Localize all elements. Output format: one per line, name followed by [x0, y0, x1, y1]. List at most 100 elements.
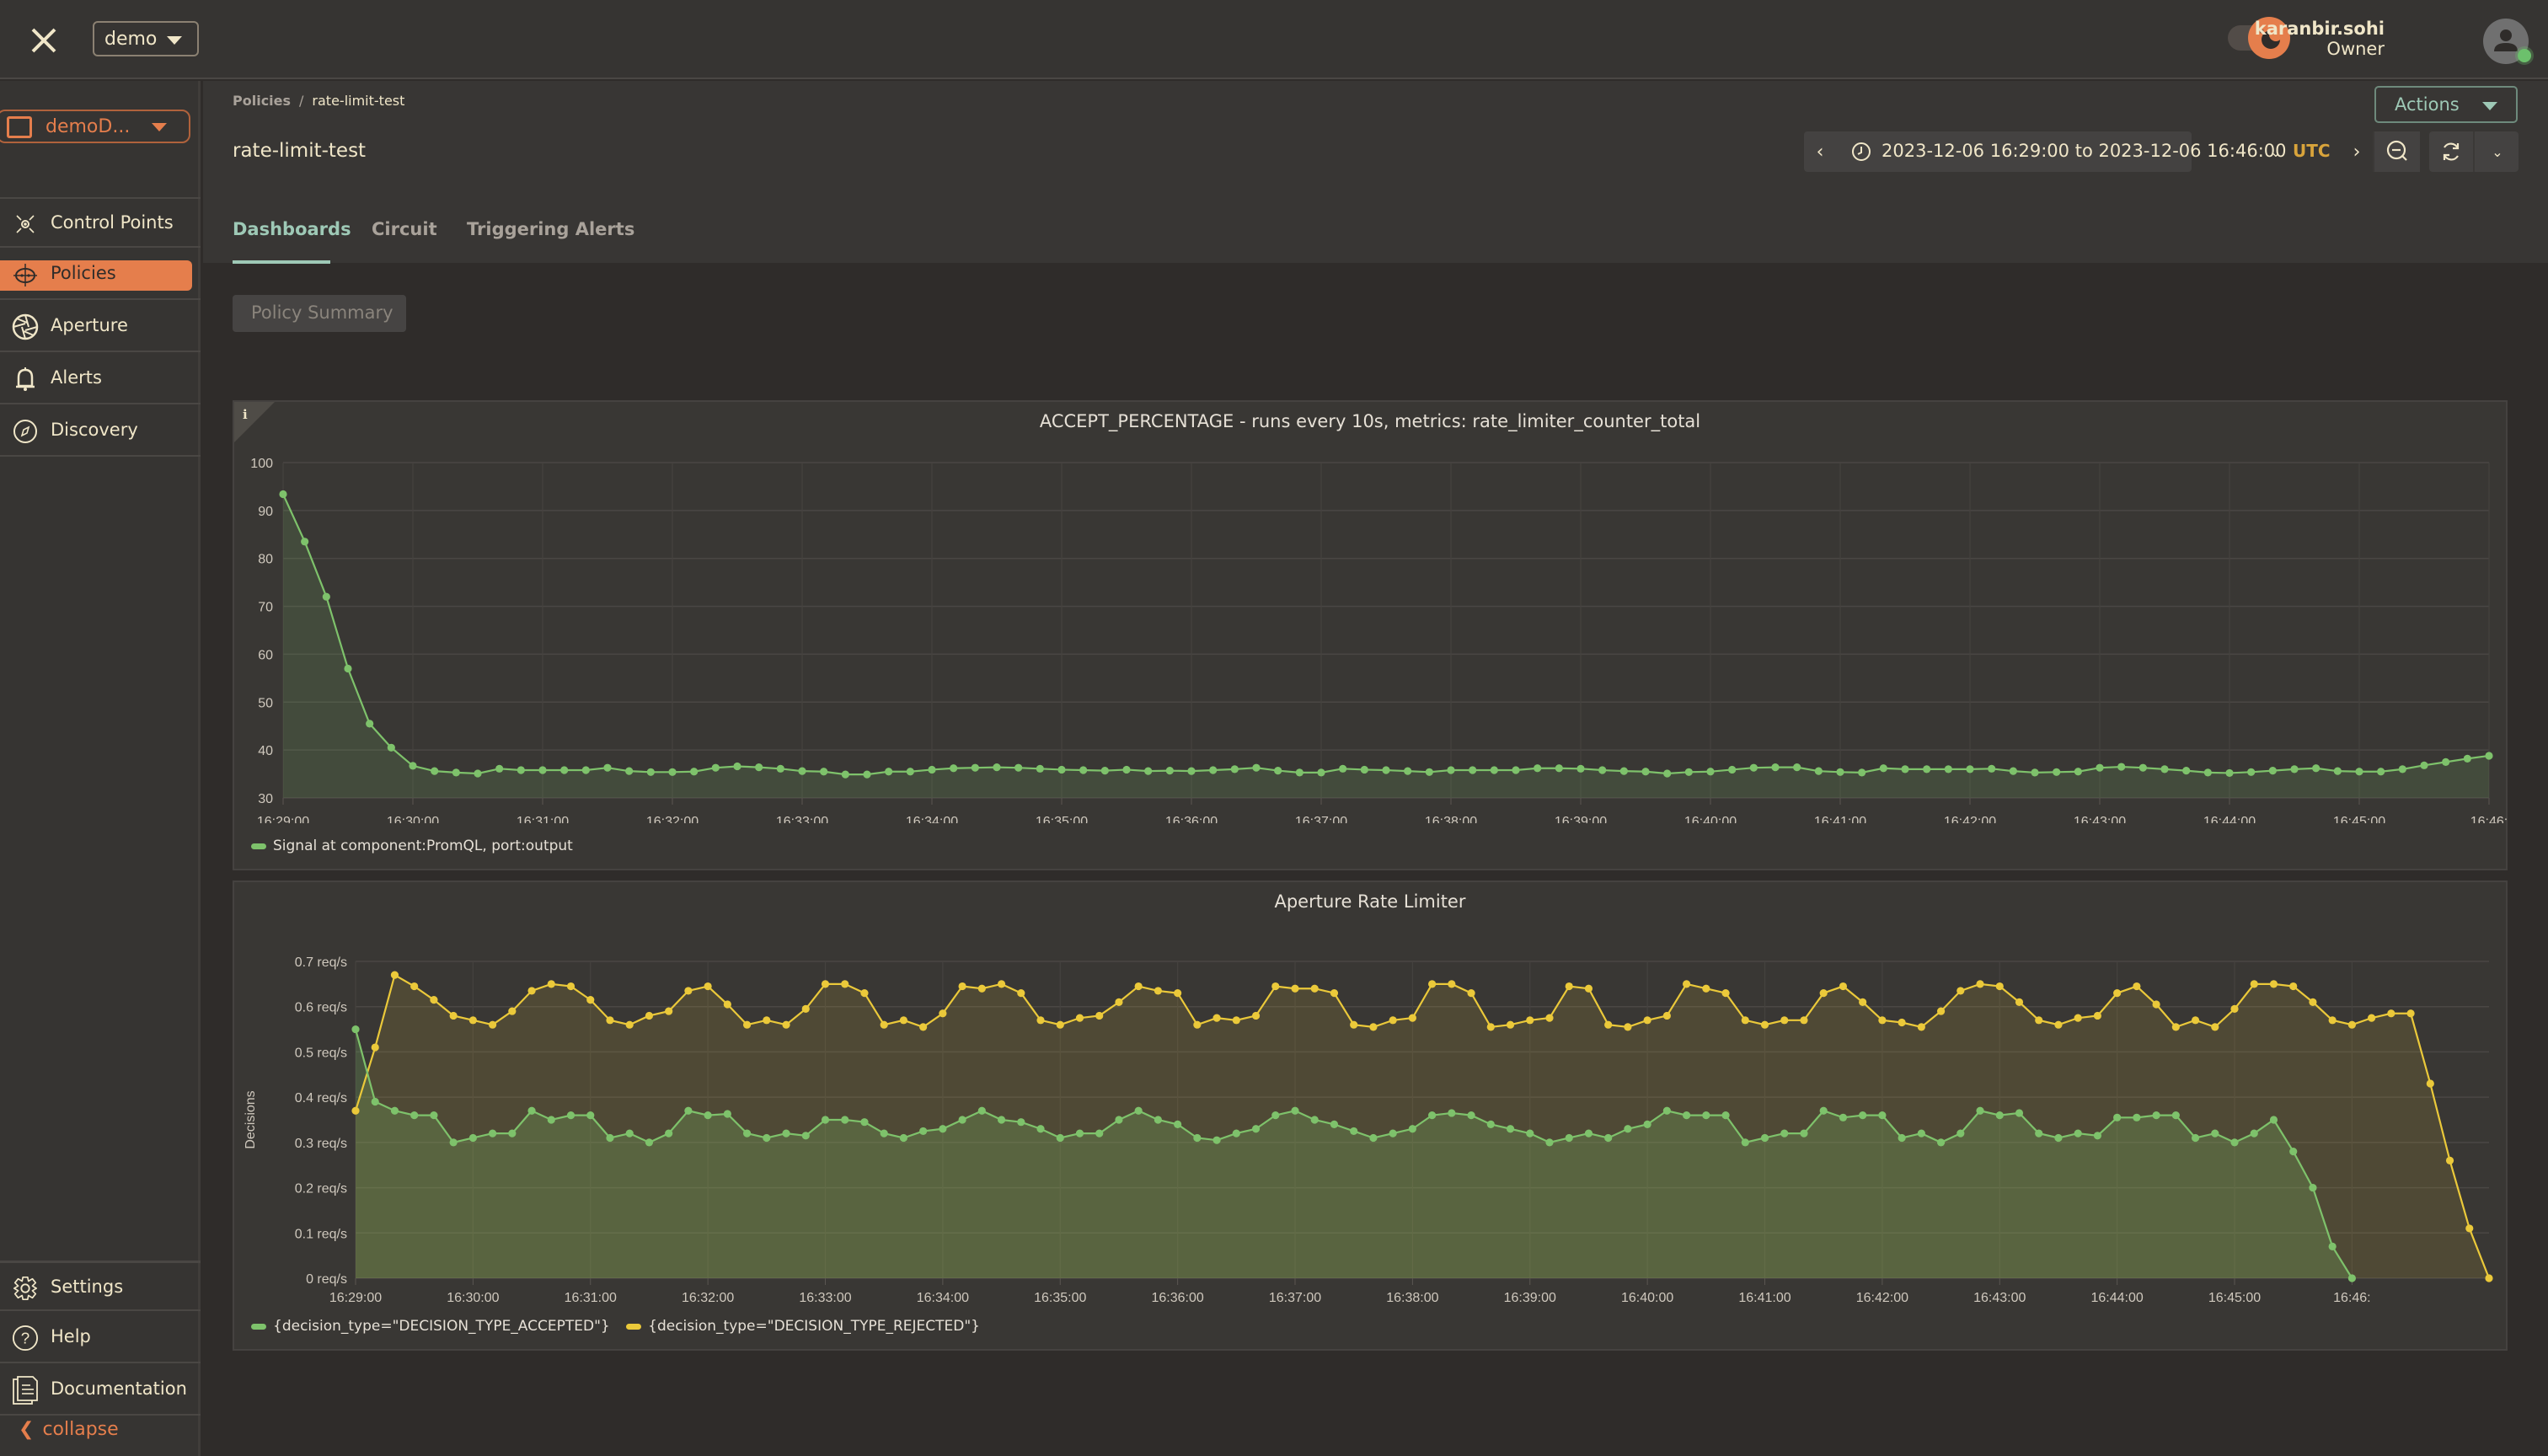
time-range-next-button[interactable]: ›: [2345, 131, 2369, 172]
data-point: [1936, 1138, 1946, 1147]
data-point: [841, 1116, 849, 1124]
project-select-value: demoD...: [46, 116, 131, 137]
sidebar-item-help[interactable]: ? Help: [0, 1313, 201, 1363]
data-point: [755, 763, 763, 772]
data-point: [547, 1116, 555, 1124]
sidebar-item-settings[interactable]: Settings: [0, 1261, 201, 1311]
data-point: [1486, 1120, 1495, 1128]
accept-percentage-chart[interactable]: 100 90 80 70 60 50 40 30 16:29:00 16:30:00 16:31:0…: [234, 402, 2509, 823]
data-point: [1144, 767, 1153, 775]
data-point: [1917, 1023, 1925, 1031]
zoom-out-icon: [2386, 140, 2407, 161]
data-point: [1956, 987, 1965, 995]
data-point: [1923, 765, 1931, 774]
data-point: [1490, 766, 1498, 774]
zoom-out-button[interactable]: [2373, 131, 2420, 172]
tab-circuit[interactable]: Circuit: [372, 219, 437, 239]
data-point: [684, 1106, 693, 1115]
avatar[interactable]: [2483, 19, 2531, 64]
sidebar-item-aperture[interactable]: Aperture: [0, 302, 201, 352]
data-point: [1036, 1125, 1045, 1133]
sidebar-item-discovery[interactable]: Discovery: [0, 406, 201, 457]
breadcrumb: Policies / rate-limit-test: [233, 93, 404, 109]
refresh-interval-dropdown[interactable]: ⌄: [2476, 131, 2519, 172]
data-point: [1274, 766, 1282, 775]
data-point: [2269, 980, 2278, 988]
timezone-label[interactable]: UTC: [2293, 141, 2331, 161]
data-point: [1721, 1111, 1730, 1120]
data-point: [606, 1016, 614, 1025]
data-point: [468, 1016, 477, 1025]
data-point: [1663, 769, 1672, 778]
tab-dashboards[interactable]: Dashboards: [233, 219, 351, 239]
legend-swatch: [626, 1323, 642, 1330]
data-point: [2015, 1109, 2024, 1117]
series-line: [281, 494, 2490, 776]
data-point: [645, 1138, 654, 1147]
rate-limiter-chart[interactable]: 0.7 req/s 0.6 req/s 0.5 req/s 0.4 req/s 0.3 …: [234, 882, 2509, 1312]
x-tick-label: 16:30:00: [447, 1291, 499, 1305]
x-tick-label: 16:40:00: [1621, 1291, 1673, 1305]
chart-legend: {decision_type="DECISION_TYPE_ACCEPTED"}…: [251, 1318, 992, 1335]
x-tick-label: 16:37:00: [1269, 1291, 1321, 1305]
sidebar-item-alerts[interactable]: Alerts: [0, 354, 201, 404]
sidebar-item-label: Settings: [51, 1277, 124, 1297]
data-point: [1100, 766, 1109, 775]
time-range-dropdown[interactable]: ⌄: [2267, 131, 2284, 172]
actions-button[interactable]: Actions: [2374, 86, 2518, 123]
legend-item-accepted[interactable]: {decision_type="DECISION_TYPE_ACCEPTED"}: [251, 1318, 610, 1335]
data-point: [801, 1004, 810, 1013]
data-point: [1448, 1109, 1456, 1117]
data-point: [1467, 989, 1475, 998]
time-range-previous-button[interactable]: ‹: [1804, 131, 1836, 172]
data-point: [860, 1118, 869, 1127]
data-point: [1389, 1129, 1397, 1138]
time-range-text[interactable]: 2023-12-06 16:29:00 to 2023-12-06 16:46:…: [1882, 141, 2287, 161]
data-point: [1230, 765, 1239, 774]
y-tick-label: 30: [258, 792, 273, 806]
data-point: [1749, 763, 1758, 772]
data-point: [1057, 765, 1066, 774]
data-point: [939, 1009, 947, 1018]
tab-triggering-alerts[interactable]: Triggering Alerts: [467, 219, 634, 239]
data-point: [1154, 987, 1163, 995]
sidebar-item-label: Discovery: [51, 420, 138, 440]
data-point: [1506, 1020, 1515, 1029]
actions-label: Actions: [2395, 94, 2460, 115]
legend-swatch: [251, 1323, 266, 1330]
close-button[interactable]: [25, 22, 62, 59]
sidebar-item-policies[interactable]: Policies: [0, 249, 201, 300]
data-point: [474, 769, 482, 778]
data-point: [2442, 757, 2450, 766]
project-select[interactable]: demoD...: [0, 110, 190, 143]
data-point: [1936, 1007, 1946, 1015]
data-point: [409, 762, 417, 770]
collapse-button[interactable]: ❮ collapse: [19, 1419, 119, 1440]
active-tab-indicator: [233, 260, 330, 264]
bell-icon: [12, 366, 39, 393]
policy-summary-button[interactable]: Policy Summary: [233, 295, 406, 332]
sidebar-item-documentation[interactable]: Documentation: [0, 1365, 201, 1416]
time-range-picker: ‹ 2023-12-06 16:29:00 to 2023-12-06 16:4…: [1804, 131, 2287, 172]
sidebar-item-control-points[interactable]: Control Points: [0, 197, 201, 248]
data-point: [1839, 982, 1848, 991]
breadcrumb-parent-link[interactable]: Policies: [233, 93, 291, 109]
chevron-right-icon: ›: [2353, 141, 2361, 163]
data-point: [1859, 1111, 1867, 1120]
data-point: [2485, 1274, 2493, 1282]
data-point: [665, 1129, 673, 1138]
y-tick-label: 0.5 req/s: [295, 1046, 347, 1060]
organization-select[interactable]: demo: [93, 21, 199, 56]
legend-item[interactable]: Signal at component:PromQL, port:output: [251, 838, 573, 854]
data-point: [2191, 1133, 2200, 1143]
data-point: [301, 538, 309, 546]
x-tick-label: 16:30:00: [387, 815, 439, 823]
data-point: [971, 763, 979, 772]
refresh-button[interactable]: [2429, 131, 2475, 172]
data-point: [821, 980, 830, 988]
data-point: [1741, 1138, 1749, 1147]
x-tick-label: 16:34:00: [906, 815, 958, 823]
data-point: [1174, 1120, 1182, 1128]
data-point: [763, 1016, 771, 1025]
legend-item-rejected[interactable]: {decision_type="DECISION_TYPE_REJECTED"}: [626, 1318, 980, 1335]
